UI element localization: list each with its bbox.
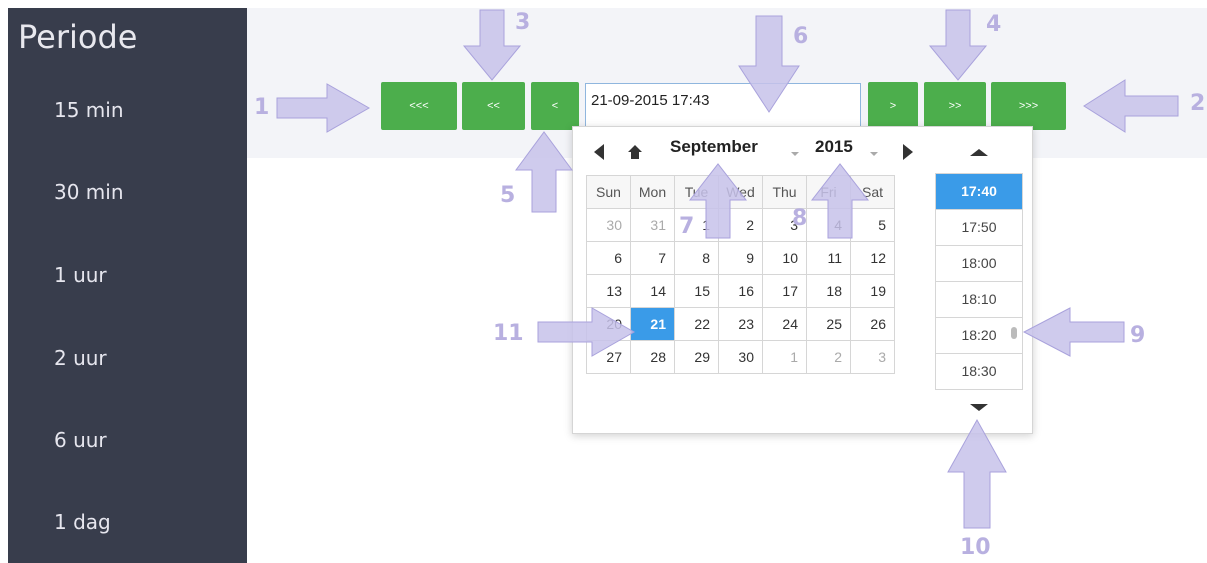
annotation-label: 7 (679, 214, 695, 239)
annotation-label: 10 (960, 535, 991, 560)
annotation-arrow-up (688, 163, 748, 239)
annotation-arrow-down (738, 15, 800, 113)
annotation-arrow-up (515, 131, 573, 213)
annotation-label: 3 (515, 10, 531, 35)
annotation-arrow-left (1083, 79, 1179, 133)
annotation-label: 1 (254, 95, 270, 120)
annotation-label: 6 (793, 24, 809, 49)
annotation-overlay (276, 9, 1179, 529)
annotation-label: 4 (986, 12, 1002, 37)
annotation-arrow-down (928, 9, 988, 81)
annotation-label: 2 (1190, 91, 1206, 116)
annotation-arrow-up (810, 163, 870, 239)
annotation-label: 9 (1130, 323, 1146, 348)
annotation-arrow-right (276, 83, 371, 133)
annotation-label: 11 (493, 321, 524, 346)
annotation-arrow-right (537, 307, 636, 357)
annotation-arrow-down (462, 9, 522, 81)
annotation-arrow-left (1022, 307, 1125, 357)
annotation-label: 5 (500, 183, 516, 208)
annotation-label: 8 (792, 206, 808, 231)
annotation-arrow-up (947, 418, 1007, 529)
